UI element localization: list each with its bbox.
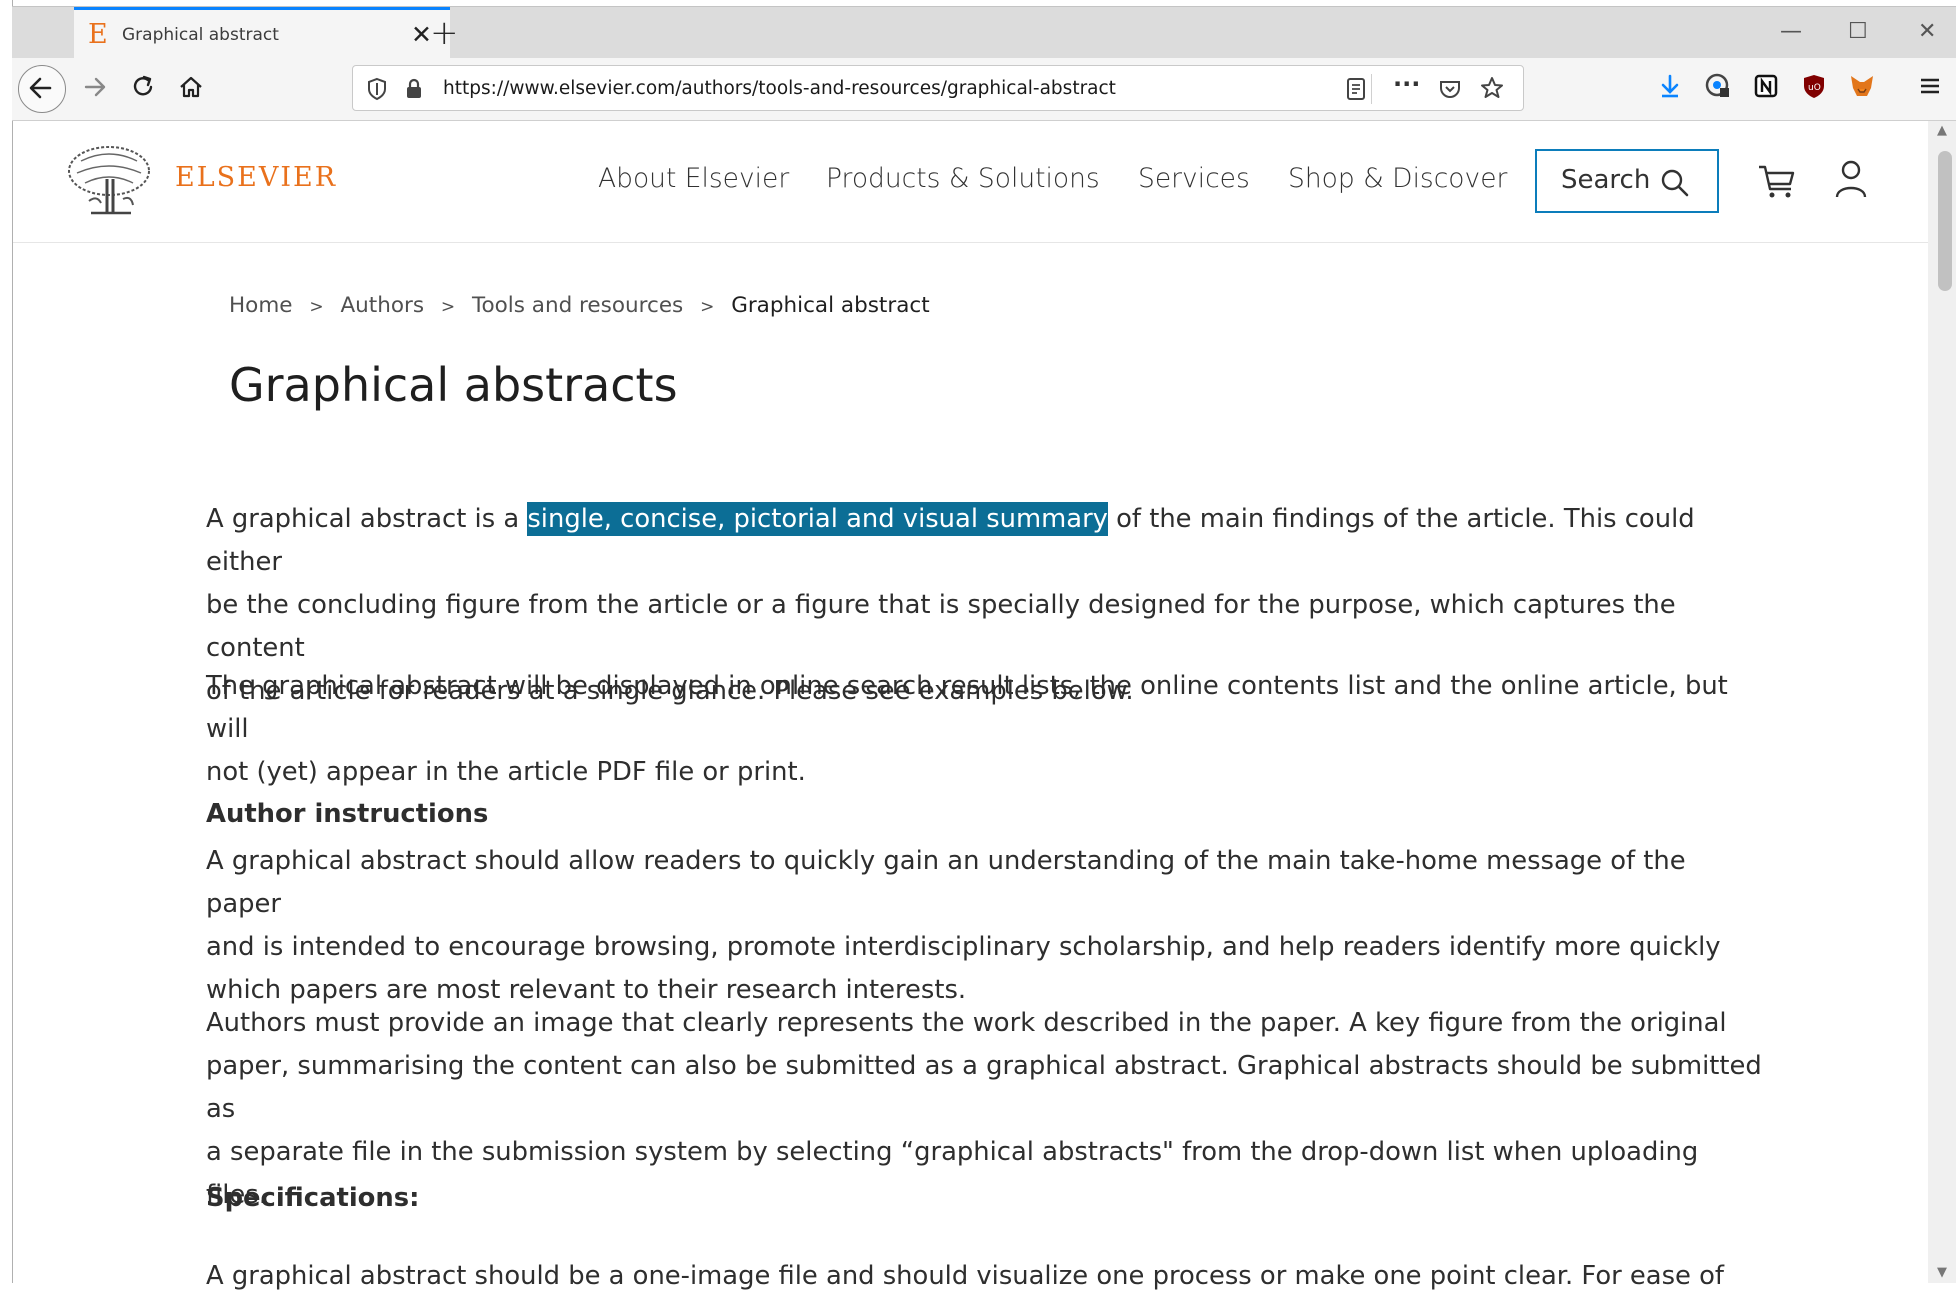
urlbar-divider bbox=[1371, 74, 1372, 104]
forward-icon[interactable] bbox=[78, 70, 112, 104]
svg-text:uO: uO bbox=[1808, 83, 1821, 93]
url-text: https://www.elsevier.com/authors/tools-a… bbox=[443, 78, 1116, 99]
specifications-heading: Specifications: bbox=[206, 1183, 420, 1213]
selected-text-highlight: single, concise, pictorial and visual su… bbox=[527, 502, 1108, 536]
reader-view-icon[interactable] bbox=[1343, 76, 1369, 102]
metamask-fox-icon[interactable] bbox=[1848, 72, 1876, 100]
breadcrumb-home[interactable]: Home bbox=[229, 293, 293, 318]
notion-icon[interactable] bbox=[1752, 72, 1780, 100]
search-icon bbox=[1661, 169, 1689, 197]
nav-products-solutions[interactable]: Products & Solutions bbox=[826, 163, 1100, 194]
submission-line-2: paper, summarising the content can also … bbox=[206, 1051, 1762, 1124]
home-icon[interactable] bbox=[174, 70, 208, 104]
ublock-origin-icon[interactable]: uO bbox=[1800, 72, 1828, 100]
intro-line-1: A graphical abstract is a single, concis… bbox=[206, 498, 1766, 584]
hamburger-menu-icon[interactable] bbox=[1916, 72, 1944, 100]
site-header: ELSEVIER About Elsevier Products & Solut… bbox=[13, 121, 1928, 243]
window-left-edge bbox=[0, 0, 13, 1283]
pocket-icon[interactable] bbox=[1437, 76, 1463, 102]
submission-line-1: Authors must provide an image that clear… bbox=[206, 1008, 1727, 1038]
specifications-paragraph: A graphical abstract should be a one-ima… bbox=[206, 1255, 1766, 1298]
author-line-2: and is intended to encourage browsing, p… bbox=[206, 932, 1721, 962]
maximize-icon[interactable]: ☐ bbox=[1848, 19, 1868, 44]
search-label: Search bbox=[1561, 165, 1651, 195]
arrow-left-icon bbox=[29, 77, 52, 99]
page-scrollbar[interactable]: ▲ ▼ bbox=[1928, 121, 1956, 1283]
elsevier-logo-text[interactable]: ELSEVIER bbox=[175, 162, 337, 193]
download-icon[interactable] bbox=[1656, 72, 1684, 100]
tab-bar: E Graphical abstract ✕ + — ☐ ✕ bbox=[12, 6, 1956, 59]
author-instructions-paragraph: A graphical abstract should allow reader… bbox=[206, 840, 1766, 1012]
display-paragraph: The graphical abstract will be displayed… bbox=[206, 665, 1766, 794]
close-tab-icon[interactable]: ✕ bbox=[411, 20, 432, 49]
nav-services[interactable]: Services bbox=[1138, 163, 1250, 194]
elsevier-tree-logo-icon[interactable] bbox=[61, 141, 157, 221]
lock-icon[interactable] bbox=[403, 76, 425, 102]
author-line-1: A graphical abstract should allow reader… bbox=[206, 846, 1686, 919]
author-instructions-heading: Author instructions bbox=[206, 799, 489, 829]
web-page: ELSEVIER About Elsevier Products & Solut… bbox=[13, 121, 1928, 1291]
breadcrumb-separator: > bbox=[309, 297, 324, 317]
minimize-icon[interactable]: — bbox=[1780, 19, 1802, 44]
display-line-1: The graphical abstract will be displayed… bbox=[206, 671, 1728, 744]
new-tab-icon[interactable]: + bbox=[430, 13, 459, 53]
shield-icon[interactable] bbox=[365, 76, 389, 102]
close-window-icon[interactable]: ✕ bbox=[1918, 19, 1936, 44]
scroll-down-icon[interactable]: ▼ bbox=[1937, 1265, 1947, 1280]
elsevier-favicon-icon: E bbox=[88, 19, 108, 50]
breadcrumb-separator: > bbox=[440, 297, 456, 317]
url-bar[interactable]: https://www.elsevier.com/authors/tools-a… bbox=[352, 65, 1524, 111]
breadcrumb-tools-resources[interactable]: Tools and resources bbox=[472, 293, 683, 318]
more-actions-icon[interactable]: ··· bbox=[1393, 70, 1420, 98]
search-button[interactable]: Search bbox=[1535, 149, 1719, 213]
bookmark-star-icon[interactable] bbox=[1479, 75, 1505, 101]
submission-paragraph: Authors must provide an image that clear… bbox=[206, 1002, 1766, 1217]
navigation-toolbar: https://www.elsevier.com/authors/tools-a… bbox=[12, 58, 1956, 121]
tab-title: Graphical abstract bbox=[122, 25, 279, 45]
breadcrumb-current: Graphical abstract bbox=[731, 293, 930, 318]
submission-line-3: a separate file in the submission system… bbox=[206, 1137, 1699, 1210]
tab-graphical-abstract[interactable]: E Graphical abstract ✕ bbox=[74, 7, 450, 59]
breadcrumb: Home > Authors > Tools and resources > G… bbox=[229, 293, 940, 318]
reload-icon[interactable] bbox=[126, 70, 160, 104]
scroll-up-icon[interactable]: ▲ bbox=[1937, 123, 1947, 138]
account-user-icon[interactable] bbox=[1829, 157, 1873, 201]
scrollbar-thumb[interactable] bbox=[1938, 151, 1952, 291]
breadcrumb-separator: > bbox=[700, 297, 715, 317]
breadcrumb-authors[interactable]: Authors bbox=[340, 293, 424, 318]
back-button[interactable] bbox=[18, 65, 66, 113]
nav-shop-discover[interactable]: Shop & Discover bbox=[1288, 163, 1507, 194]
display-line-2: not (yet) appear in the article PDF file… bbox=[206, 757, 806, 787]
nav-about-elsevier[interactable]: About Elsevier bbox=[598, 163, 789, 194]
privacy-extension-icon[interactable] bbox=[1704, 72, 1732, 100]
specifications-line-1: A graphical abstract should be a one-ima… bbox=[206, 1261, 1724, 1291]
intro-line-2: be the concluding figure from the articl… bbox=[206, 590, 1676, 663]
page-title: Graphical abstracts bbox=[229, 358, 678, 412]
intro-text-before: A graphical abstract is a bbox=[206, 504, 528, 534]
cart-icon[interactable] bbox=[1755, 159, 1799, 203]
